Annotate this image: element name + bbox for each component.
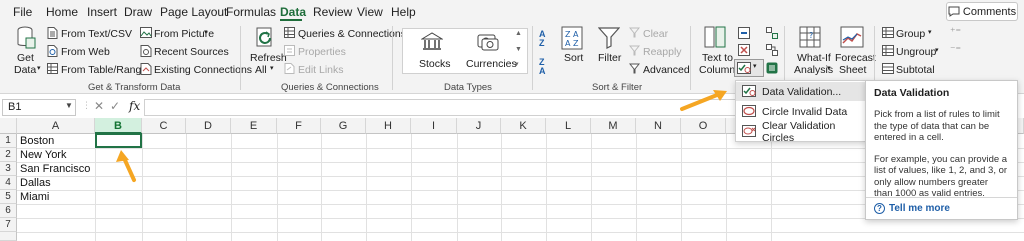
- tooltip-divider: [866, 197, 1017, 198]
- help-icon: ?: [874, 203, 885, 214]
- data-validation-icon: [742, 85, 756, 97]
- circle-invalid-data-menu-item[interactable]: Circle Invalid Data: [736, 102, 866, 121]
- tell-me-more-link[interactable]: ? Tell me more: [874, 203, 950, 214]
- clear-validation-circles-menu-item[interactable]: Clear Validation Circles: [736, 119, 866, 144]
- data-validation-tooltip: Data Validation Pick from a list of rule…: [865, 80, 1018, 220]
- data-validation-menu-label: Data Validation...: [762, 85, 842, 98]
- clear-validation-circles-label: Clear Validation Circles: [762, 119, 836, 144]
- arrow-to-data-validation-icon: [680, 90, 727, 111]
- clear-circles-icon: [742, 125, 756, 137]
- data-validation-menu-item[interactable]: Data Validation...: [736, 82, 866, 101]
- tooltip-title: Data Validation: [874, 87, 950, 99]
- tooltip-example: For example, you can provide a list of v…: [874, 153, 1008, 200]
- tooltip-description: Pick from a list of rules to limit the t…: [874, 109, 1000, 143]
- circle-invalid-data-label: Circle Invalid Data: [762, 105, 848, 118]
- circle-invalid-icon: [742, 105, 756, 117]
- tell-me-more-label: Tell me more: [889, 203, 950, 214]
- data-validation-menu: Data Validation... Circle Invalid Data C…: [735, 80, 867, 144]
- arrow-to-selected-cell-icon: [116, 150, 136, 182]
